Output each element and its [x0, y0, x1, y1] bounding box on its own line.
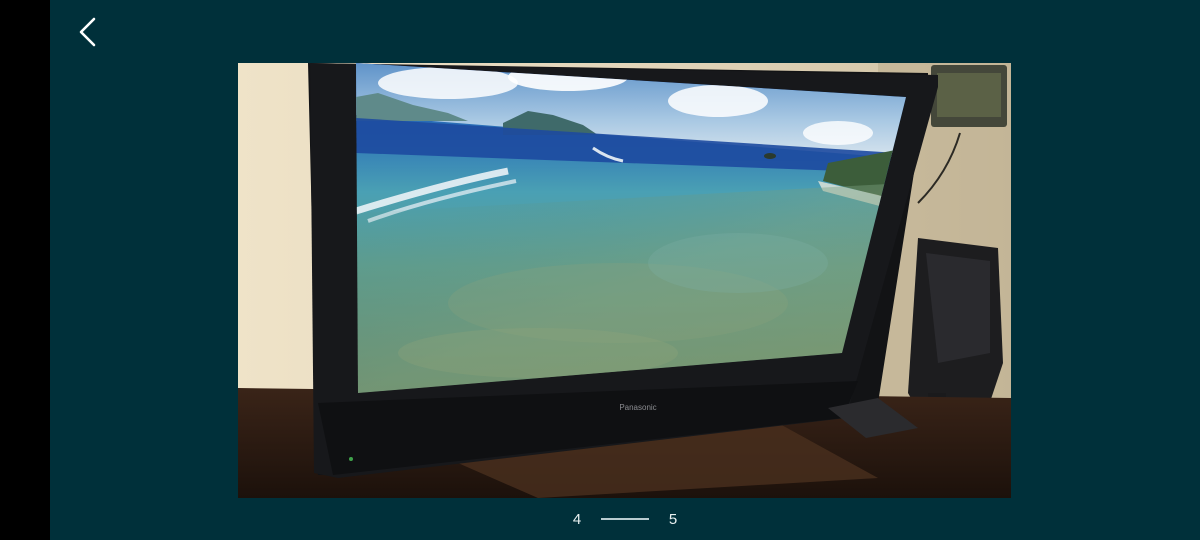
chevron-left-icon: [79, 17, 96, 47]
image-pager: 4 5: [570, 508, 680, 530]
image-viewer-screen: Panasonic 4 5: [0, 0, 1200, 540]
photo-image: Panasonic: [238, 63, 1011, 498]
photo[interactable]: Panasonic: [238, 63, 1011, 498]
back-button[interactable]: [70, 12, 106, 52]
left-black-edge: [0, 0, 50, 540]
pager-separator: [601, 518, 649, 520]
pager-current-index: 4: [572, 510, 582, 528]
pager-total-count: 5: [668, 510, 678, 528]
tv-brand-label: Panasonic: [619, 403, 656, 412]
